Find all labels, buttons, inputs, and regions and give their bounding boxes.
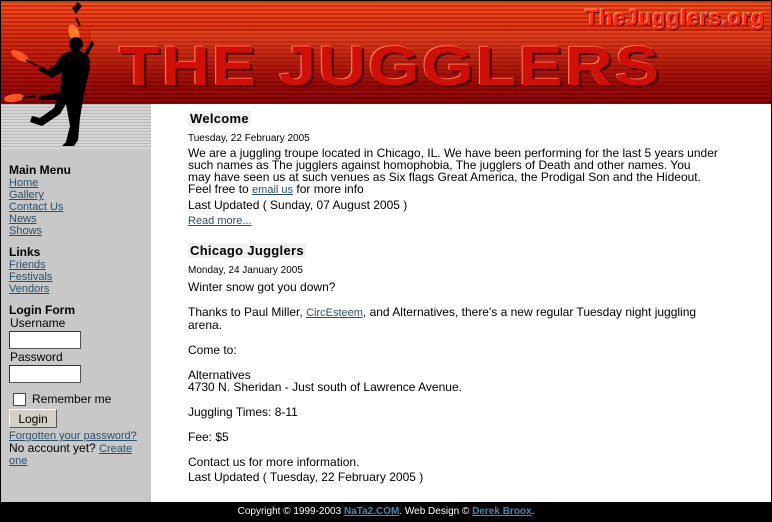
article-date: Monday, 24 January 2005 bbox=[188, 265, 303, 276]
nata2-link[interactable]: NaTa2.COM bbox=[344, 506, 399, 517]
feel-free-prefix: Feel free to bbox=[188, 182, 249, 196]
article-body-line: may have seen us at such venues as Six f… bbox=[188, 170, 701, 184]
juggler-silhouette-icon bbox=[4, 2, 94, 146]
links-item-vendors[interactable]: Vendors bbox=[9, 283, 52, 295]
login-form: Login Form Username Password Remember me… bbox=[9, 304, 149, 467]
thanks-line: Thanks to Paul Miller, CircEsteem, and A… bbox=[188, 306, 758, 319]
copyright-text: Copyright © 1999-2003 bbox=[237, 506, 342, 517]
last-updated: Last Updated ( Tuesday, 22 February 2005… bbox=[188, 470, 424, 484]
article-intro: Winter snow got you down? bbox=[188, 280, 336, 294]
venue-address: 4730 N. Sheridan - Just south of Lawrenc… bbox=[188, 380, 462, 394]
article-title: Welcome bbox=[188, 111, 251, 126]
designer-link[interactable]: Derek Broox bbox=[472, 506, 531, 517]
article-body: We are a juggling troupe located in Chic… bbox=[188, 147, 758, 196]
thanks-suffix: , and Alternatives, there's a new regula… bbox=[362, 305, 697, 319]
juggling-times: Juggling Times: 8-11 bbox=[188, 405, 298, 419]
contact-text: Contact us for more information. bbox=[188, 455, 360, 469]
create-account-link[interactable]: Create bbox=[99, 443, 132, 455]
links-item-festivals[interactable]: Festivals bbox=[9, 271, 52, 283]
email-us-link[interactable]: email us bbox=[252, 184, 293, 196]
links-item-friends[interactable]: Friends bbox=[9, 259, 52, 271]
article-date: Tuesday, 22 February 2005 bbox=[188, 133, 310, 144]
thanks-line-2: arena. bbox=[188, 318, 223, 332]
site-url-text: TheJugglers.org bbox=[585, 5, 765, 30]
menu-item-gallery[interactable]: Gallery bbox=[9, 189, 71, 201]
login-button[interactable]: Login bbox=[9, 409, 57, 428]
web-design-text: . Web Design © bbox=[399, 506, 470, 517]
menu-item-contact-us[interactable]: Contact Us bbox=[9, 201, 71, 213]
no-account-row: No account yet? Create bbox=[9, 441, 149, 456]
article-title: Chicago Jugglers bbox=[188, 243, 306, 258]
create-account-link-cont[interactable]: one bbox=[9, 455, 149, 467]
come-to-text: Come to: bbox=[188, 343, 237, 357]
site-title: THE JUGGLERS bbox=[119, 34, 662, 97]
main-menu: Main Menu Home Gallery Contact Us News S… bbox=[9, 163, 71, 238]
header-banner: THE JUGGLERS TheJugglers.org bbox=[1, 1, 771, 104]
menu-item-shows[interactable]: Shows bbox=[9, 225, 71, 237]
remember-me-label: Remember me bbox=[32, 392, 112, 406]
menu-item-news[interactable]: News bbox=[9, 213, 71, 225]
remember-me-checkbox[interactable] bbox=[13, 392, 26, 406]
fee-text: Fee: $5 bbox=[188, 430, 229, 444]
username-label: Username bbox=[10, 316, 66, 330]
username-input[interactable] bbox=[9, 331, 81, 349]
password-label: Password bbox=[10, 350, 63, 364]
password-input[interactable] bbox=[9, 365, 81, 383]
menu-item-home[interactable]: Home bbox=[9, 177, 71, 189]
main-menu-title: Main Menu bbox=[9, 163, 71, 177]
last-updated: Last Updated ( Sunday, 07 August 2005 ) bbox=[188, 198, 408, 212]
article-welcome: Welcome Tuesday, 22 February 2005 We are… bbox=[188, 110, 758, 229]
main-content: Welcome Tuesday, 22 February 2005 We are… bbox=[151, 104, 771, 502]
no-account-text: No account yet? bbox=[9, 441, 96, 455]
remember-me-row: Remember me bbox=[13, 392, 149, 406]
links-menu-title: Links bbox=[9, 245, 41, 259]
page-footer: Copyright © 1999-2003 NaTa2.COM. Web Des… bbox=[1, 502, 771, 521]
left-sidebar: Main Menu Home Gallery Contact Us News S… bbox=[1, 104, 151, 502]
article-chicago-jugglers: Chicago Jugglers Monday, 24 January 2005… bbox=[188, 242, 758, 483]
links-menu: Links Friends Festivals Vendors bbox=[9, 245, 52, 296]
footer-end: . bbox=[531, 506, 535, 517]
feel-free-line: Feel free to email us for more info bbox=[188, 183, 758, 196]
circesteem-link[interactable]: CircEsteem bbox=[306, 307, 363, 319]
feel-free-suffix: for more info bbox=[296, 182, 364, 196]
thanks-prefix: Thanks to Paul Miller, bbox=[188, 305, 303, 319]
read-more-link[interactable]: Read more... bbox=[188, 215, 252, 227]
